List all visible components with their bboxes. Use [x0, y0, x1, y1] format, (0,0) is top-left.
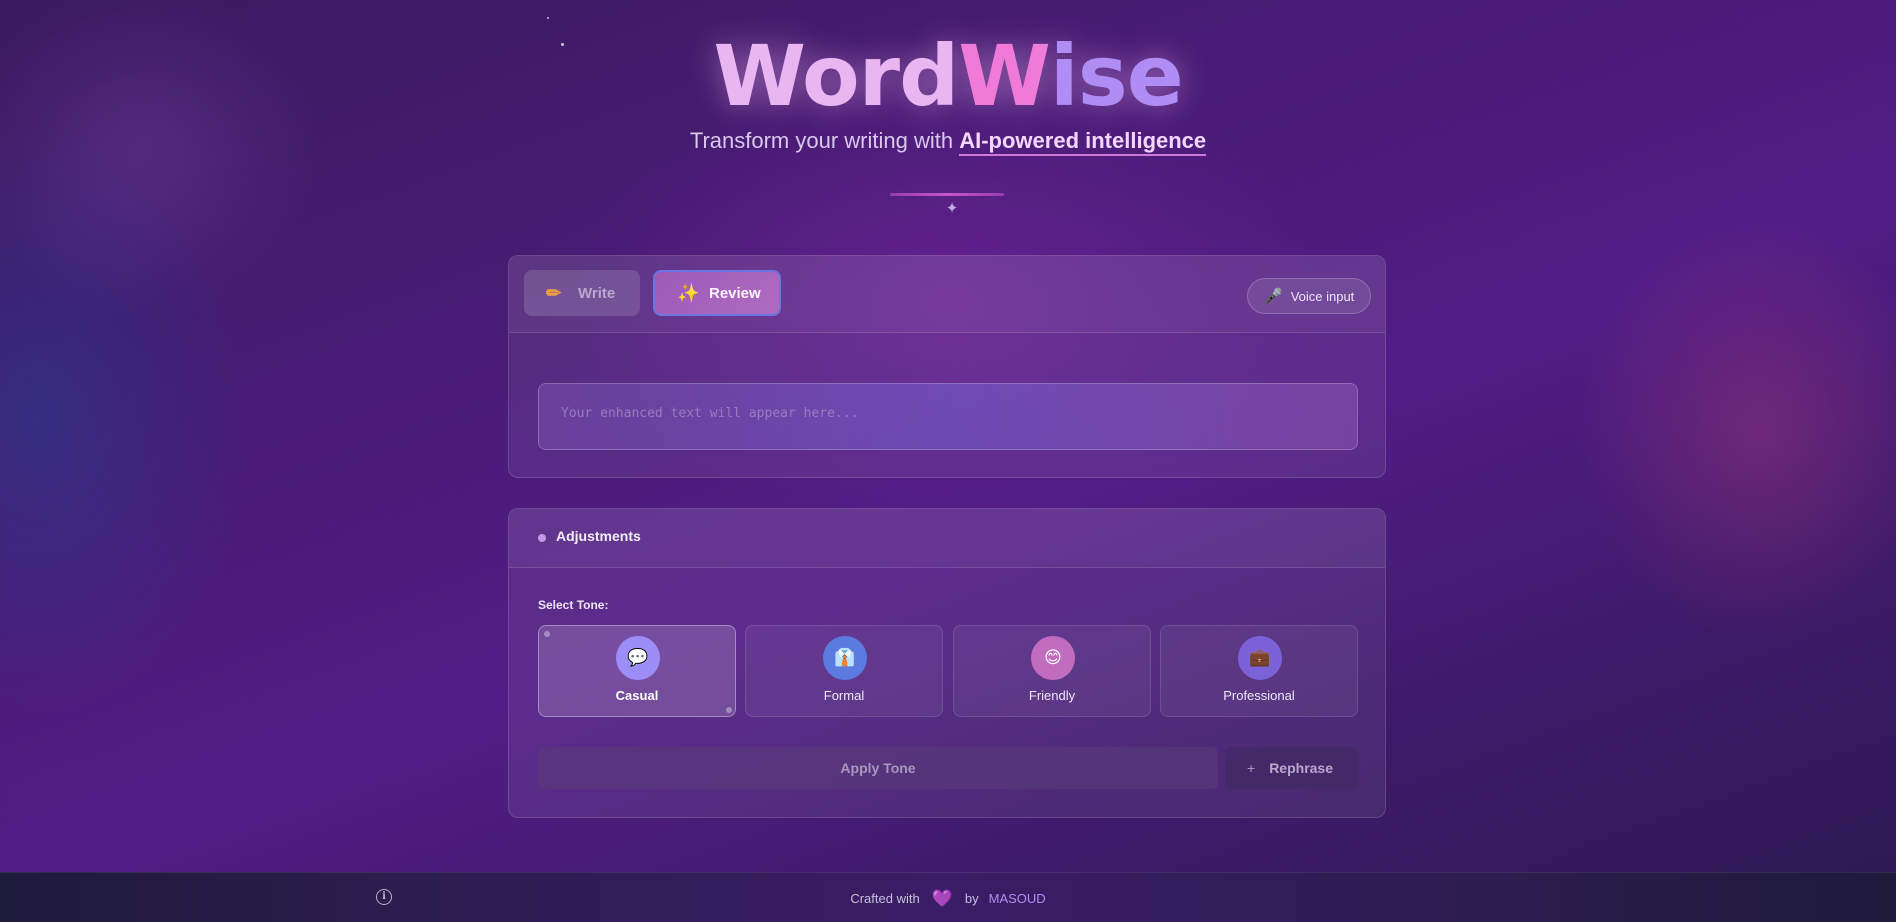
adjustments-card: Adjustments Select Tone: 💬 Casual 👔 Form…: [508, 508, 1386, 818]
heart-icon: 💜: [931, 889, 953, 908]
tone-label: Professional: [1223, 688, 1295, 703]
voice-input-label: Voice input: [1290, 288, 1355, 304]
tab-write[interactable]: ✏ Write: [524, 270, 640, 316]
mode-tabbar: ✏ Write ✨ Review 🎤 Voice input: [509, 256, 1385, 333]
tone-option-formal[interactable]: 👔 Formal: [745, 625, 943, 717]
tagline: Transform your writing with AI-powered i…: [0, 128, 1896, 156]
header-divider: [890, 193, 1004, 196]
enhanced-output-field[interactable]: [538, 383, 1358, 450]
footer-credit: Crafted with 💜 by MASOUD: [0, 889, 1896, 909]
tone-option-friendly[interactable]: 😊 Friendly: [953, 625, 1151, 717]
rephrase-button[interactable]: + Rephrase: [1225, 747, 1358, 789]
voice-input-button[interactable]: 🎤 Voice input: [1247, 278, 1371, 314]
adjustments-header: Adjustments: [509, 509, 1385, 568]
rephrase-label: Rephrase: [1269, 760, 1333, 776]
smiley-icon: 😊: [1031, 636, 1075, 680]
pencil-icon: ✏: [546, 282, 562, 303]
by-text: by: [964, 891, 979, 906]
editor-card: ✏ Write ✨ Review 🎤 Voice input: [508, 255, 1386, 478]
title-part-word: Word: [713, 27, 959, 125]
bullet-dot-icon: [538, 534, 546, 542]
title-part-w: W: [958, 27, 1051, 125]
corner-dot-icon: [726, 707, 732, 713]
sparkle-icon: ✦: [945, 199, 959, 217]
tagline-prefix: Transform your writing with: [689, 128, 960, 153]
tone-option-professional[interactable]: 💼 Professional: [1160, 625, 1358, 717]
apply-tone-button[interactable]: Apply Tone: [538, 747, 1218, 789]
star-decoration: [547, 17, 549, 19]
tab-review[interactable]: ✨ Review: [653, 270, 781, 316]
tone-option-casual[interactable]: 💬 Casual: [538, 625, 736, 717]
sparkles-icon: ✨: [677, 282, 700, 303]
corner-dot-icon: [544, 631, 550, 637]
microphone-icon: 🎤: [1264, 288, 1283, 305]
speech-bubble-icon: 💬: [616, 636, 660, 680]
app-title: WordWise: [0, 26, 1896, 126]
plus-icon: +: [1247, 760, 1256, 776]
briefcase-icon: 💼: [1238, 636, 1282, 680]
crafted-with-text: Crafted with: [850, 891, 920, 906]
tab-review-label: Review: [709, 284, 761, 302]
author-link[interactable]: MASOUD: [989, 891, 1046, 906]
title-part-ise: ise: [1049, 27, 1184, 125]
tone-label: Friendly: [1028, 688, 1076, 703]
necktie-icon: 👔: [823, 636, 867, 680]
tone-label: Formal: [823, 688, 865, 703]
adjustments-title: Adjustments: [556, 528, 641, 544]
footer: i Crafted with 💜 by MASOUD: [0, 872, 1896, 922]
tagline-highlight: AI-powered intelligence: [959, 128, 1207, 156]
select-tone-label: Select Tone:: [538, 598, 609, 612]
tab-write-label: Write: [578, 284, 616, 302]
tone-label: Casual: [615, 688, 659, 703]
